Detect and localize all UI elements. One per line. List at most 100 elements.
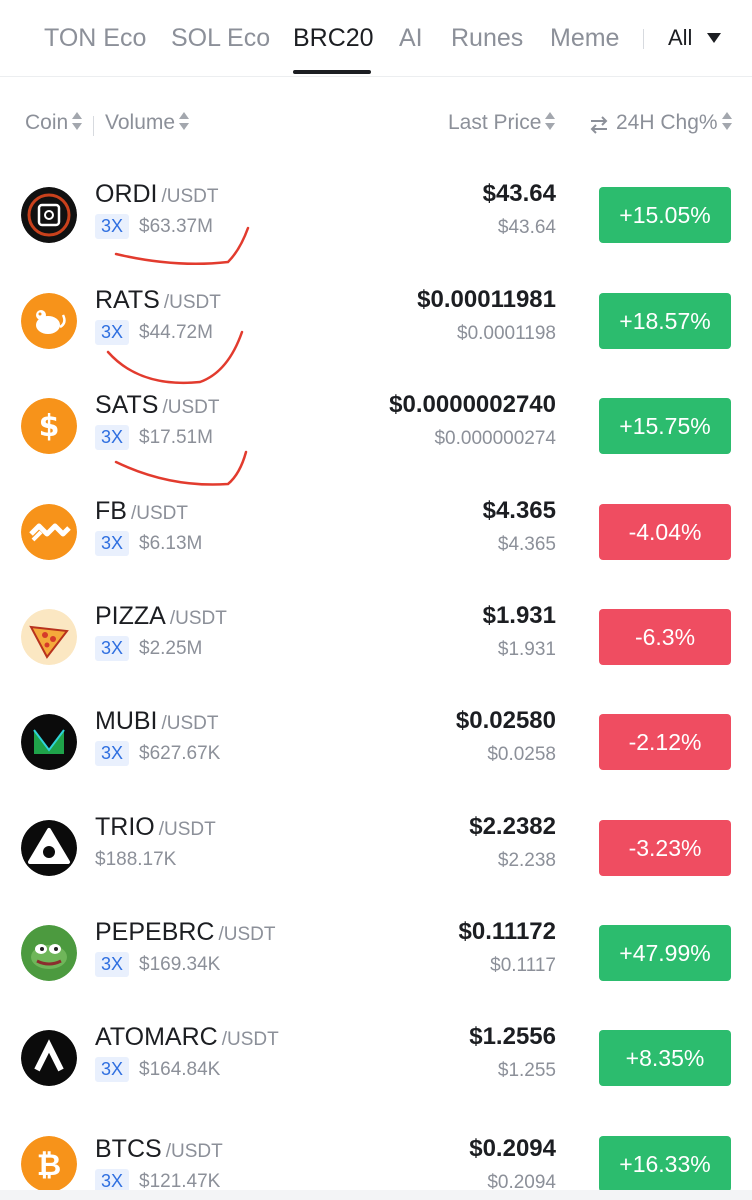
tab-ton-eco[interactable]: TON Eco [44, 22, 146, 54]
last-price: $0.11172 [458, 918, 556, 945]
tab-ai[interactable]: AI [399, 22, 423, 54]
tab-runes[interactable]: Runes [451, 22, 523, 54]
table-row[interactable]: RATS/USDT 3X $44.72M $0.00011981 $0.0001… [0, 286, 752, 398]
change-badge: +18.57% [599, 293, 731, 349]
last-price: $0.02580 [455, 707, 556, 734]
change-badge: -2.12% [599, 714, 731, 770]
category-tabs: TON Eco SOL Eco BRC20 AI Runes Meme All [0, 0, 752, 77]
coin-symbol: RATS/USDT [95, 286, 221, 314]
last-price: $2.2382 [469, 813, 556, 840]
table-row[interactable]: ATOMARC/USDT 3X $164.84K $1.2556 $1.255 … [0, 1023, 752, 1135]
change-badge: -3.23% [599, 820, 731, 876]
last-price: $43.64 [482, 180, 556, 207]
volume-value: $169.34K [139, 954, 221, 975]
volume-column-label: Volume [105, 111, 176, 134]
coin-symbol: MUBI/USDT [95, 707, 219, 735]
btcs-icon: ₿ [21, 1136, 77, 1192]
leverage-badge: 3X [95, 531, 130, 556]
tab-divider [643, 29, 644, 49]
tab-sol-eco[interactable]: SOL Eco [171, 22, 270, 54]
leverage-badge: 3X [95, 636, 130, 661]
table-row[interactable]: PEPEBRC/USDT 3X $169.34K $0.11172 $0.111… [0, 918, 752, 1030]
table-row[interactable]: PIZZA/USDT 3X $2.25M $1.931 $1.931 -6.3% [0, 602, 752, 714]
table-row[interactable]: TRIO/USDT $188.17K $2.2382 $2.238 -3.23% [0, 813, 752, 925]
change-badge: -6.3% [599, 609, 731, 665]
volume-value: $63.37M [139, 216, 213, 237]
change-badge: +15.75% [599, 398, 731, 454]
last-price: $1.2556 [469, 1023, 556, 1050]
change-column-label: 24H Chg% [616, 111, 718, 134]
last-price: $4.365 [482, 497, 556, 524]
tab-meme[interactable]: Meme [550, 22, 619, 54]
sort-24h-change[interactable]: 24H Chg% [616, 108, 733, 138]
caret-down-icon[interactable] [707, 33, 721, 43]
coin-symbol: ATOMARC/USDT [95, 1023, 279, 1051]
last-price: $0.2094 [469, 1136, 556, 1162]
coin-symbol: ORDI/USDT [95, 180, 219, 208]
coin-symbol: FB/USDT [95, 497, 188, 525]
pizza-icon [21, 609, 77, 665]
sort-icon [721, 110, 733, 132]
atomarc-icon [21, 1030, 77, 1086]
table-row[interactable]: ORDI/USDT 3X $63.37M $43.64 $43.64 +15.0… [0, 180, 752, 292]
svg-text:₿: ₿ [37, 1148, 61, 1183]
leverage-badge: 3X [95, 1057, 130, 1082]
trio-icon [21, 820, 77, 876]
sort-icon [71, 110, 83, 132]
volume-value: $6.13M [139, 533, 203, 554]
volume-value: $188.17K [95, 849, 177, 870]
swap-icon[interactable] [588, 114, 610, 136]
coin-symbol: SATS/USDT [95, 391, 220, 419]
volume-value: $44.72M [139, 322, 213, 343]
table-row[interactable]: MUBI/USDT 3X $627.67K $0.02580 $0.0258 -… [0, 707, 752, 819]
volume-value: $164.84K [139, 1059, 221, 1080]
coin-symbol: PEPEBRC/USDT [95, 918, 276, 946]
column-header: Coin Volume Last Price 24H Chg% [0, 104, 752, 144]
fiat-price: $43.64 [497, 217, 556, 238]
volume-value: $2.25M [139, 638, 203, 659]
fiat-price: $0.000000274 [434, 428, 556, 449]
fb-icon [21, 504, 77, 560]
change-badge: +15.05% [599, 187, 731, 243]
all-filter-dropdown[interactable]: All [668, 22, 692, 54]
leverage-badge: 3X [95, 425, 130, 450]
fiat-price: $2.238 [497, 850, 556, 871]
last-price: $1.931 [482, 602, 556, 629]
last-price: $0.00011981 [417, 286, 556, 313]
fiat-price: $1.931 [497, 639, 556, 660]
pepe-frog-icon [21, 925, 77, 981]
last-price: $0.0000002740 [389, 391, 556, 418]
table-row[interactable]: $ SATS/USDT 3X $17.51M $0.0000002740 $0.… [0, 391, 752, 503]
active-tab-indicator [293, 70, 371, 74]
table-row[interactable]: FB/USDT 3X $6.13M $4.365 $4.365 -4.04% [0, 497, 752, 609]
leverage-badge: 3X [95, 952, 130, 977]
sats-icon: $ [21, 398, 77, 454]
last-price-column-label: Last Price [448, 111, 542, 134]
sort-coin[interactable]: Coin [25, 108, 83, 138]
sort-volume[interactable]: Volume [105, 108, 190, 138]
change-badge: +8.35% [599, 1030, 731, 1086]
fiat-price: $0.0001198 [457, 323, 556, 344]
leverage-badge: 3X [95, 214, 130, 239]
column-divider [93, 116, 94, 136]
leverage-badge: 3X [95, 741, 130, 766]
coin-symbol: PIZZA/USDT [95, 602, 227, 630]
tab-brc20[interactable]: BRC20 [293, 22, 374, 54]
coin-symbol: BTCS/USDT [95, 1136, 223, 1163]
volume-value: $627.67K [139, 743, 221, 764]
svg-text:$: $ [39, 409, 60, 444]
sort-icon [544, 110, 556, 132]
coin-symbol: TRIO/USDT [95, 813, 216, 841]
sort-last-price[interactable]: Last Price [448, 108, 556, 138]
leverage-badge: 3X [95, 320, 130, 345]
fiat-price: $0.1117 [490, 955, 556, 976]
fiat-price: $4.365 [497, 534, 556, 555]
volume-value: $17.51M [139, 427, 213, 448]
change-badge: +47.99% [599, 925, 731, 981]
fiat-price: $1.255 [497, 1060, 556, 1081]
sort-icon [178, 110, 190, 132]
change-badge: -4.04% [599, 504, 731, 560]
fiat-price: $0.0258 [487, 744, 556, 765]
change-badge: +16.33% [599, 1136, 731, 1192]
bottom-edge [0, 1190, 752, 1200]
